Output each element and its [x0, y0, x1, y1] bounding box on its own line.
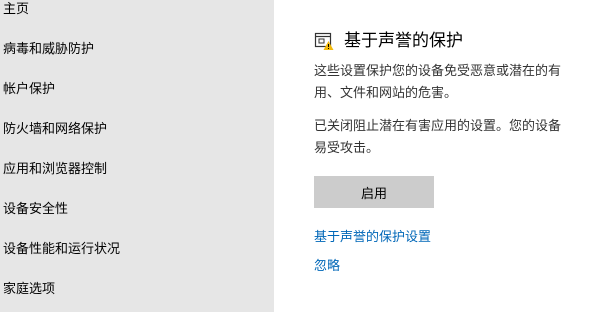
- reputation-settings-link[interactable]: 基于声誉的保护设置: [314, 228, 431, 248]
- ignore-link[interactable]: 忽略: [314, 257, 340, 277]
- section-header: 基于声誉的保护: [314, 29, 463, 53]
- description-text: 这些设置保护您的设备免受恶意或潜在的有 用、文件和网站的危害。: [314, 64, 562, 101]
- page-title: 基于声誉的保护: [344, 31, 463, 51]
- sidebar-item-virus-protection[interactable]: 病毒和威胁防护: [3, 38, 94, 62]
- sidebar-item-family-options[interactable]: 家庭选项: [3, 278, 55, 302]
- sidebar-item-firewall[interactable]: 防火墙和网络保护: [3, 118, 107, 142]
- sidebar-item-app-browser-control[interactable]: 应用和浏览器控制: [3, 158, 107, 182]
- app-warning-icon: [314, 32, 334, 50]
- sidebar-item-device-health[interactable]: 设备性能和运行状况: [3, 238, 120, 262]
- enable-button[interactable]: 启用: [314, 176, 434, 208]
- sidebar-item-device-security[interactable]: 设备安全性: [3, 198, 68, 222]
- sidebar-nav: 主页 病毒和威胁防护 帐户保护 防火墙和网络保护 应用和浏览器控制 设备安全性 …: [0, 0, 274, 312]
- sidebar-item-account-protection[interactable]: 帐户保护: [3, 78, 55, 102]
- sidebar-item-home[interactable]: 主页: [3, 0, 29, 22]
- main-content: 基于声誉的保护 这些设置保护您的设备免受恶意或潜在的有 用、文件和网站的危害。 …: [274, 0, 600, 312]
- status-text: 已关闭阻止潜在有害应用的设置。您的设备 易受攻击。: [314, 119, 562, 156]
